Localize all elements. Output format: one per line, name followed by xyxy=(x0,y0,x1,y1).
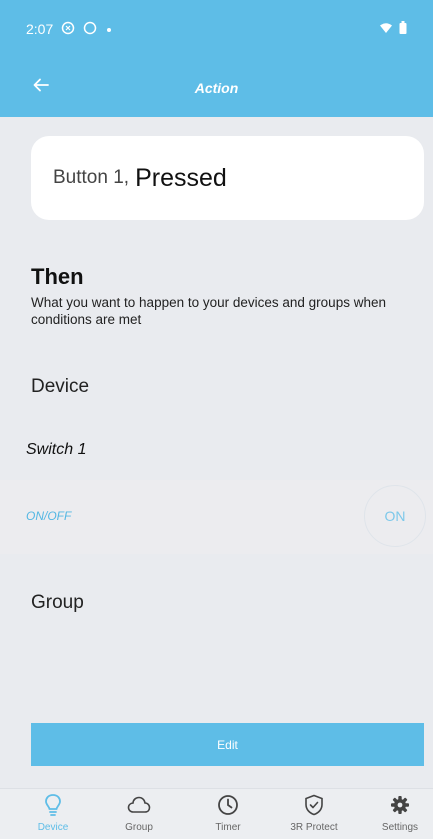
on-toggle-button[interactable]: ON xyxy=(364,485,426,547)
shield-check-icon xyxy=(302,793,326,817)
sync-icon xyxy=(61,21,75,38)
trigger-state: Pressed xyxy=(135,163,227,192)
onoff-label: ON/OFF xyxy=(26,509,72,523)
trigger-card[interactable]: Button 1, Pressed xyxy=(31,136,424,220)
switch-name: Switch 1 xyxy=(26,441,87,458)
status-bar: 2:07 xyxy=(0,0,433,58)
on-toggle-label: ON xyxy=(384,508,406,524)
clock-icon xyxy=(216,793,240,817)
circle-status-icon xyxy=(83,21,97,38)
status-time: 2:07 xyxy=(26,21,54,37)
onoff-control-row: ON/OFF ON xyxy=(0,480,433,554)
app-bar: Action xyxy=(0,58,433,117)
nav-item-group[interactable]: Group xyxy=(99,793,179,833)
nav-item-3r-protect[interactable]: 3R Protect xyxy=(274,793,354,833)
nav-label-timer: Timer xyxy=(215,822,241,833)
then-title: Then xyxy=(31,264,84,289)
gear-icon xyxy=(388,793,412,817)
page-title: Action xyxy=(194,79,239,96)
edit-button[interactable]: Edit xyxy=(31,723,424,766)
nav-item-timer[interactable]: Timer xyxy=(188,793,268,833)
nav-item-device[interactable]: Device xyxy=(13,793,93,833)
trigger-source: Button 1, xyxy=(53,167,130,188)
notification-dot-icon xyxy=(105,21,113,37)
cloud-icon xyxy=(127,793,151,817)
nav-item-settings[interactable]: Settings xyxy=(360,793,433,833)
nav-label-settings: Settings xyxy=(381,822,419,833)
edit-button-label: Edit xyxy=(217,737,238,752)
device-section-label: Device xyxy=(31,376,90,397)
then-description: What you want to happen to your devices … xyxy=(31,295,386,327)
wifi-icon xyxy=(379,21,393,37)
arrow-left-icon xyxy=(33,78,49,97)
back-button[interactable] xyxy=(26,72,56,102)
group-section-label: Group xyxy=(31,592,84,613)
nav-label-3r-protect: 3R Protect xyxy=(290,822,338,833)
lightbulb-icon xyxy=(41,793,65,817)
battery-icon xyxy=(399,21,407,37)
status-left: 2:07 xyxy=(26,21,113,38)
nav-label-group: Group xyxy=(125,822,153,833)
bottom-nav: Device Group Timer 3R Protect Settings xyxy=(0,788,433,839)
nav-label-device: Device xyxy=(37,822,69,833)
status-right xyxy=(379,21,407,37)
